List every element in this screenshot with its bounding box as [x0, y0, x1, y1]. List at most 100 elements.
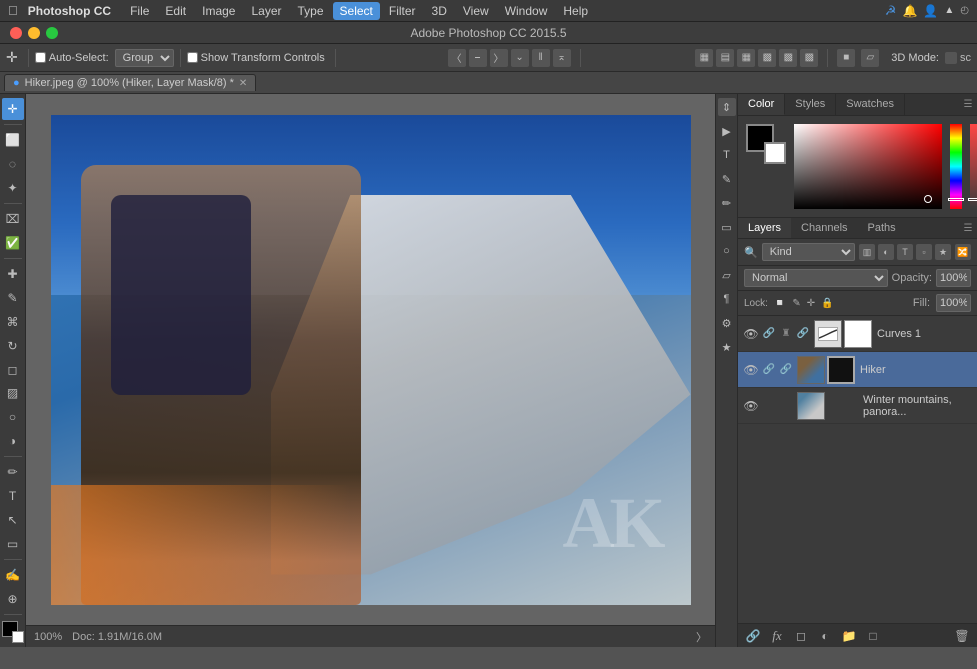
- background-color-swatch[interactable]: [764, 142, 786, 164]
- show-transform-checkbox[interactable]: [187, 52, 198, 63]
- delete-layer-btn[interactable]: 🗑: [953, 627, 971, 645]
- crop-tool[interactable]: ⌧: [2, 208, 24, 230]
- layer-item-curves1[interactable]: 👁 🔗 ♜ 🔗 Curves 1: [738, 316, 977, 352]
- notification-icon[interactable]: 🔔: [902, 4, 917, 18]
- tab-channels[interactable]: Channels: [791, 218, 857, 238]
- add-mask-btn[interactable]: ◻: [792, 627, 810, 645]
- menu-type[interactable]: Type: [291, 2, 331, 20]
- opacity-slider[interactable]: [970, 124, 977, 209]
- blend-mode-dropdown[interactable]: Normal Multiply Screen Overlay: [744, 269, 888, 287]
- tab-paths[interactable]: Paths: [858, 218, 906, 238]
- background-color[interactable]: [12, 631, 24, 643]
- filter-pixel-icon[interactable]: ▥: [859, 244, 875, 260]
- dodge-tool[interactable]: ◑: [2, 430, 24, 452]
- filter-adjustment-icon[interactable]: ◐: [878, 244, 894, 260]
- close-tab-button[interactable]: ✕: [239, 78, 247, 89]
- healing-tool[interactable]: ✚: [2, 263, 24, 285]
- tab-layers[interactable]: Layers: [738, 218, 791, 238]
- history-tool[interactable]: ↻: [2, 335, 24, 357]
- text-tool[interactable]: T: [2, 485, 24, 507]
- tab-styles[interactable]: Styles: [785, 94, 836, 115]
- filter-smart-icon[interactable]: ★: [935, 244, 951, 260]
- color-gradient-picker[interactable]: [794, 124, 942, 209]
- tab-color[interactable]: Color: [738, 94, 785, 115]
- layers-panel-menu-btn[interactable]: ☰: [959, 218, 977, 238]
- path-select-tool[interactable]: ↖: [2, 509, 24, 531]
- move-tool[interactable]: ✛: [2, 98, 24, 120]
- circle-tool-sidebar-icon[interactable]: ○: [718, 242, 736, 260]
- mountains-visibility-icon[interactable]: 👁: [744, 399, 758, 413]
- filter-shape-icon[interactable]: ▫: [916, 244, 932, 260]
- align-center-v-icon[interactable]: ‖: [532, 49, 550, 67]
- gear-sidebar-icon[interactable]: ⚙: [718, 314, 736, 332]
- fill-input[interactable]: [936, 294, 971, 312]
- align-bottom-icon[interactable]: ⌅: [553, 49, 571, 67]
- minimize-button[interactable]: [28, 27, 40, 39]
- menu-help[interactable]: Help: [556, 2, 595, 20]
- color-panel-menu-btn[interactable]: ☰: [959, 94, 977, 115]
- brush-tool-sidebar-icon[interactable]: ✎: [718, 170, 736, 188]
- curves1-mask-link[interactable]: 🔗: [797, 327, 809, 341]
- menu-edit[interactable]: Edit: [158, 2, 193, 20]
- align-center-h-icon[interactable]: ⎯: [469, 49, 487, 67]
- menu-view[interactable]: View: [456, 2, 496, 20]
- menu-layer[interactable]: Layer: [244, 2, 288, 20]
- quick-select-tool[interactable]: ✦: [2, 177, 24, 199]
- hue-slider[interactable]: [950, 124, 962, 209]
- lock-position-icon[interactable]: ✛: [807, 298, 815, 309]
- auto-select-checkbox[interactable]: [35, 52, 46, 63]
- dist-h-icon[interactable]: ▩: [779, 49, 797, 67]
- eyedropper-tool[interactable]: ✅: [2, 232, 24, 254]
- menu-3d[interactable]: 3D: [425, 2, 454, 20]
- blur-tool[interactable]: ○: [2, 406, 24, 428]
- marquee-tool[interactable]: ⬜: [2, 129, 24, 151]
- lasso-tool[interactable]: ◌: [2, 153, 24, 175]
- curves1-link-icon[interactable]: 🔗: [763, 327, 775, 341]
- dist-v-icon[interactable]: ▤: [716, 49, 734, 67]
- canvas-container[interactable]: AK: [26, 94, 715, 625]
- maximize-button[interactable]: [46, 27, 58, 39]
- dropbox-icon[interactable]: ☭: [885, 3, 897, 19]
- menu-select[interactable]: Select: [333, 2, 380, 20]
- clone-tool[interactable]: ⌘: [2, 311, 24, 333]
- new-adjustment-layer-btn[interactable]: ◐: [816, 627, 834, 645]
- pen-tool[interactable]: ✏: [2, 461, 24, 483]
- filter-toggle-icon[interactable]: 🔀: [955, 244, 971, 260]
- eraser-tool[interactable]: ◻: [2, 359, 24, 381]
- scroll-right-btn[interactable]: 〉: [696, 629, 707, 645]
- menu-filter[interactable]: Filter: [382, 2, 423, 20]
- tab-swatches[interactable]: Swatches: [836, 94, 905, 115]
- wifi-icon[interactable]: ▲: [944, 5, 954, 16]
- star-icon[interactable]: ★: [718, 338, 736, 356]
- kind-dropdown[interactable]: Kind Name Effect Mode: [762, 243, 855, 261]
- hiker-link-icon[interactable]: 🔗: [763, 363, 775, 377]
- menu-window[interactable]: Window: [498, 2, 555, 20]
- link-layers-btn[interactable]: 🔗: [744, 627, 762, 645]
- pen-tool-sidebar-icon[interactable]: ✏: [718, 194, 736, 212]
- shape-tool[interactable]: ▭: [2, 533, 24, 555]
- hiker-fx-icon[interactable]: 🔗: [780, 363, 792, 377]
- hand-tool[interactable]: ✍: [2, 564, 24, 586]
- 3d-mode-icon[interactable]: ▱: [861, 49, 879, 67]
- auto-select-dropdown[interactable]: Group Layer: [115, 49, 174, 67]
- align-top-icon[interactable]: ⌄: [511, 49, 529, 67]
- align-left-icon[interactable]: 〈: [448, 49, 466, 67]
- gradient-tool[interactable]: ▨: [2, 382, 24, 404]
- zoom-tool[interactable]: ⊕: [2, 588, 24, 610]
- lock-transparency-icon[interactable]: ◽: [774, 298, 786, 309]
- close-button[interactable]: [10, 27, 22, 39]
- document-tab[interactable]: ● Hiker.jpeg @ 100% (Hiker, Layer Mask/8…: [4, 74, 256, 91]
- auto-align-icon[interactable]: ■: [837, 49, 855, 67]
- align-right-icon[interactable]: 〉: [490, 49, 508, 67]
- add-fx-btn[interactable]: fx: [768, 627, 786, 645]
- layer-item-mountains[interactable]: 👁 Winter mountains, panora...: [738, 388, 977, 424]
- lock-all-icon[interactable]: 🔒: [821, 298, 833, 309]
- menu-file[interactable]: File: [123, 2, 156, 20]
- move-resize-icon[interactable]: ⇕: [718, 98, 736, 116]
- hiker-visibility-icon[interactable]: 👁: [744, 363, 758, 377]
- curves1-visibility-icon[interactable]: 👁: [744, 327, 758, 341]
- paragraph-icon[interactable]: ¶: [718, 290, 736, 308]
- shape-tool-sidebar-icon[interactable]: ▭: [718, 218, 736, 236]
- brush-tool[interactable]: ✎: [2, 287, 24, 309]
- user-icon[interactable]: 👤: [923, 4, 938, 18]
